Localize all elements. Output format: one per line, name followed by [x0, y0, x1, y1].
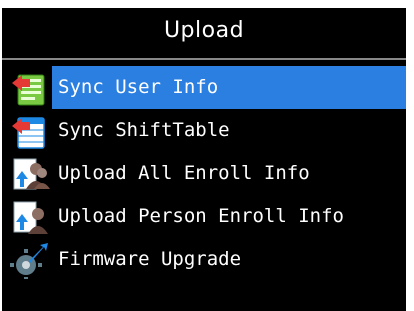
- menu-item-sync-user-info[interactable]: Sync User Info: [2, 66, 406, 109]
- menu-item-label: Sync ShiftTable: [58, 119, 230, 141]
- page-title: Upload: [163, 18, 245, 43]
- title-divider: [2, 58, 406, 60]
- firmware-upgrade-icon: [8, 240, 52, 280]
- menu-item-label: Upload All Enroll Info: [58, 162, 310, 184]
- menu-item-upload-all-enroll-info[interactable]: Upload All Enroll Info: [2, 152, 406, 195]
- upload-menu: Sync User Info Sync ShiftTable Upload Al…: [2, 66, 406, 281]
- upload-all-users-icon: [8, 154, 52, 194]
- title-bar: Upload: [2, 8, 406, 58]
- upload-person-icon: [8, 197, 52, 237]
- menu-item-sync-shifttable[interactable]: Sync ShiftTable: [2, 109, 406, 152]
- menu-item-label: Upload Person Enroll Info: [58, 205, 344, 227]
- menu-item-firmware-upgrade[interactable]: Firmware Upgrade: [2, 238, 406, 281]
- sync-shift-table-icon: [8, 111, 52, 151]
- top-frame: [0, 0, 414, 8]
- menu-item-label: Sync User Info: [52, 66, 406, 109]
- right-frame: [406, 0, 414, 311]
- sync-user-icon: [8, 68, 52, 108]
- menu-item-upload-person-enroll-info[interactable]: Upload Person Enroll Info: [2, 195, 406, 238]
- bottom-area: [2, 306, 406, 311]
- device-screen: Upload Sync User Info Sync ShiftTable Up…: [0, 0, 414, 311]
- menu-item-label: Firmware Upgrade: [58, 248, 242, 270]
